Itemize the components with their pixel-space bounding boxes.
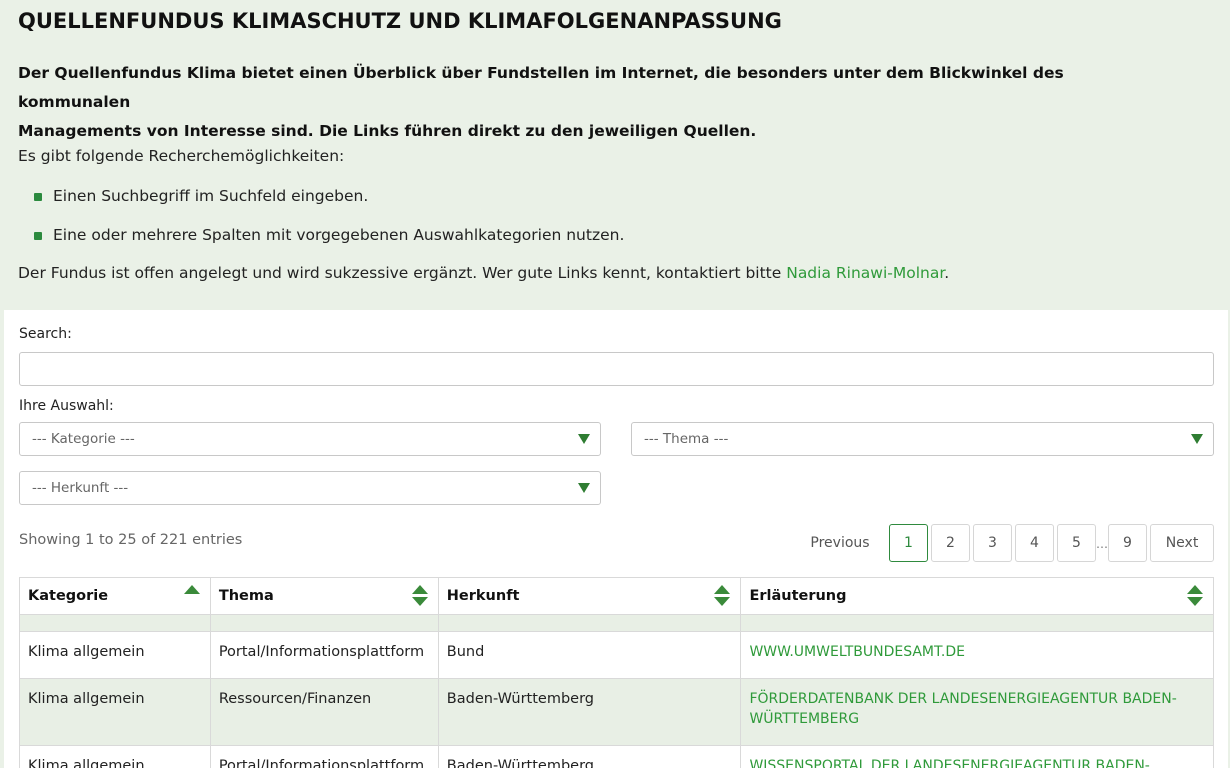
caret-down-icon (578, 483, 590, 493)
sort-both-icon (714, 585, 731, 607)
column-header-label: Thema (218, 588, 274, 604)
contact-link[interactable]: Nadia Rinawi-Molnar (786, 264, 944, 282)
intro-section: QUELLENFUNDUS KLIMASCHUTZ UND KLIMAFOLGE… (0, 0, 1230, 310)
outro-text: Der Fundus ist offen angelegt und wird s… (18, 264, 949, 282)
lead-line-2: Managements von Interesse sind. Die Link… (18, 122, 757, 140)
page-button-9[interactable]: 9 (1108, 524, 1147, 562)
page-button-2[interactable]: 2 (931, 524, 970, 562)
cell-erlaeuterung: Förderdatenbank der Landesenergieagentur… (740, 678, 1214, 746)
column-header-erlaeuterung[interactable]: Erläuterung (740, 577, 1214, 615)
cell-thema: Portal/Informationsplattform (209, 745, 439, 768)
filter-cell (437, 614, 742, 632)
herkunft-select-value: --- Herkunft --- (32, 480, 129, 496)
bullet-text: Einen Suchbegriff im Suchfeld eingeben. (53, 187, 369, 205)
sort-both-icon (1187, 585, 1203, 607)
outro-text-end: . (944, 264, 950, 282)
cell-erlaeuterung: www.umweltbundesamt.de (740, 631, 1214, 679)
page-button-1[interactable]: 1 (889, 524, 928, 562)
table-header-row: Kategorie Thema Herkunft Erläuterung (19, 577, 1214, 615)
source-link[interactable]: www.umweltbundesamt.de (749, 644, 965, 660)
column-header-thema[interactable]: Thema (209, 577, 439, 615)
column-header-kategorie[interactable]: Kategorie (19, 577, 211, 615)
herkunft-select[interactable]: --- Herkunft --- (19, 471, 601, 505)
filter-label: Ihre Auswahl: (19, 398, 114, 414)
bullet-square-icon (34, 232, 42, 240)
table-row: Klima allgemein Portal/Informationsplatt… (19, 745, 1214, 768)
kategorie-select[interactable]: --- Kategorie --- (19, 422, 601, 456)
outro-text-body: Der Fundus ist offen angelegt und wird s… (18, 264, 787, 282)
page-button-3[interactable]: 3 (973, 524, 1012, 562)
thema-select-value: --- Thema --- (644, 431, 729, 447)
lead-text: Der Quellenfundus Klima bietet einen Übe… (18, 59, 1168, 146)
bullet-text: Eine oder mehrere Spalten mit vorgegeben… (53, 226, 625, 244)
column-header-label: Kategorie (28, 588, 109, 604)
list-item: Eine oder mehrere Spalten mit vorgegeben… (34, 224, 624, 263)
filter-cell (19, 614, 211, 632)
next-button[interactable]: Next (1150, 524, 1214, 562)
previous-button[interactable]: Previous (800, 524, 880, 562)
pagination: Previous 1 2 3 4 5 … 9 Next (4, 524, 1228, 562)
table-panel: Search: Ihre Auswahl: --- Kategorie --- … (4, 310, 1228, 768)
page-button-4[interactable]: 4 (1015, 524, 1054, 562)
sort-both-icon (411, 585, 428, 607)
cell-herkunft: Bund (437, 631, 742, 679)
kategorie-select-value: --- Kategorie --- (32, 431, 135, 447)
cell-erlaeuterung: Wissensportal der Landesenergieagentur B… (740, 745, 1214, 768)
page-title: QUELLENFUNDUS KLIMASCHUTZ UND KLIMAFOLGE… (18, 9, 782, 33)
column-header-label: Herkunft (446, 588, 520, 604)
table-filter-row (19, 614, 1214, 632)
sort-ascending-icon (183, 585, 200, 607)
table-row: Klima allgemein Portal/Informationsplatt… (19, 631, 1214, 679)
cell-thema: Ressourcen/Finanzen (209, 678, 439, 746)
filter-cell (740, 614, 1214, 632)
options-list: Einen Suchbegriff im Suchfeld eingeben. … (34, 185, 624, 263)
cell-kategorie: Klima allgemein (19, 678, 211, 746)
list-item: Einen Suchbegriff im Suchfeld eingeben. (34, 185, 624, 224)
column-header-label: Erläuterung (749, 588, 847, 604)
sources-table: Kategorie Thema Herkunft Erläuterung Kli… (19, 577, 1214, 768)
filter-cell (209, 614, 439, 632)
source-link-line-1: Förderdatenbank der Landesenergieagentur… (749, 691, 1177, 707)
thema-select[interactable]: --- Thema --- (631, 422, 1214, 456)
column-header-herkunft[interactable]: Herkunft (437, 577, 742, 615)
search-label: Search: (19, 326, 72, 342)
table-row: Klima allgemein Ressourcen/Finanzen Bade… (19, 678, 1214, 746)
cell-thema: Portal/Informationsplattform (209, 631, 439, 679)
lead-line-1: Der Quellenfundus Klima bietet einen Übe… (18, 64, 1064, 111)
search-input[interactable] (19, 352, 1214, 386)
source-link[interactable]: Wissensportal der Landesenergieagentur B… (749, 758, 1149, 768)
pagination-ellipsis: … (1096, 524, 1108, 562)
options-intro: Es gibt folgende Recherchemöglichkeiten: (18, 147, 345, 165)
cell-herkunft: Baden-Württemberg (437, 678, 742, 746)
source-link-line-2: Württemberg (749, 711, 860, 727)
cell-kategorie: Klima allgemein (19, 745, 211, 768)
caret-down-icon (1191, 434, 1203, 444)
caret-down-icon (578, 434, 590, 444)
source-link[interactable]: Förderdatenbank der Landesenergieagentur… (749, 691, 1176, 727)
bullet-square-icon (34, 193, 42, 201)
page-button-5[interactable]: 5 (1057, 524, 1096, 562)
cell-herkunft: Baden-Württemberg (437, 745, 742, 768)
cell-kategorie: Klima allgemein (19, 631, 211, 679)
